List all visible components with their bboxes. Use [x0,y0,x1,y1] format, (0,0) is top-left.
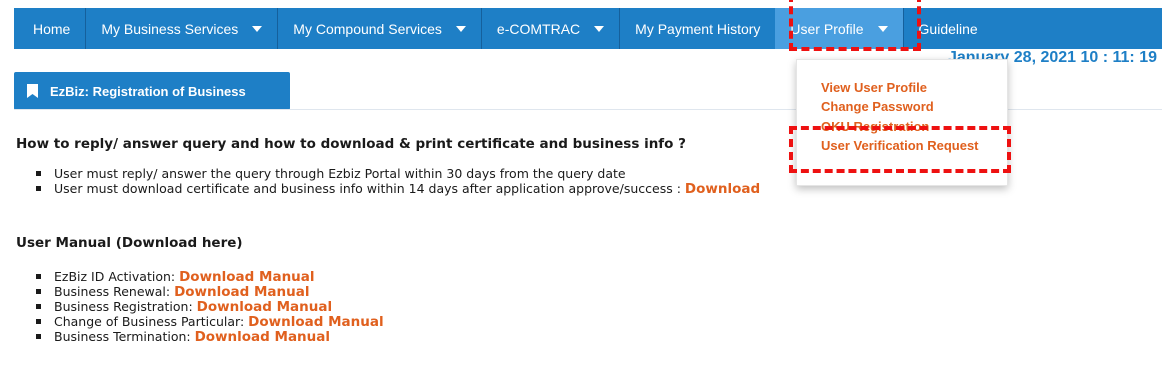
nav-user-profile-label: User Profile [790,20,864,37]
nav-e-comtrac[interactable]: e-COMTRAC [482,8,619,49]
user-manual-list: EzBiz ID Activation: Download Manual Bus… [36,269,384,345]
list-item-text: Change of Business Particular: [54,314,249,329]
list-item-text: User must download certificate and busin… [54,181,685,196]
nav-user-profile[interactable]: User Profile [775,8,903,49]
bullet-icon [36,171,41,176]
bookmark-icon [27,84,38,98]
list-item-text: Business Termination: [54,329,195,344]
main-navbar: Home My Business Services My Compound Se… [14,8,1162,49]
panel-title: EzBiz: Registration of Business [50,83,246,99]
bullet-icon [36,304,41,309]
download-manual-link[interactable]: Download Manual [248,314,383,330]
caret-down-icon [455,25,466,32]
nav-guideline[interactable]: Guideline [904,8,993,49]
list-item: Business Termination: Download Manual [36,329,384,345]
bullet-icon [36,186,41,191]
list-item-text: User must reply/ answer the query throug… [54,166,626,181]
caret-down-icon [594,25,605,32]
query-bullet-list: User must reply/ answer the query throug… [36,166,760,197]
list-item-text: Business Renewal: [54,284,175,299]
list-item: Business Registration: Download Manual [36,299,384,315]
panel-heading: EzBiz: Registration of Business [14,72,290,110]
download-manual-link[interactable]: Download Manual [174,284,309,300]
download-manual-link[interactable]: Download Manual [179,269,314,285]
download-certificate-link[interactable]: Download [685,181,760,197]
list-item: User must reply/ answer the query throug… [36,166,760,181]
nav-my-business-services[interactable]: My Business Services [86,8,277,49]
menu-item-user-verification-request[interactable]: User Verification Request [821,138,979,153]
user-profile-dropdown-menu: View User Profile Change Password OKU Re… [796,59,1008,186]
nav-my-payment-history-label: My Payment History [635,20,761,37]
list-item-text: Business Registration: [54,299,197,314]
bullet-icon [36,334,41,339]
download-manual-link[interactable]: Download Manual [195,329,330,345]
nav-home[interactable]: Home [14,8,85,49]
query-section-title: How to reply/ answer query and how to do… [16,136,686,152]
list-item: EzBiz ID Activation: Download Manual [36,269,384,285]
list-item-text: EzBiz ID Activation: [54,269,180,284]
menu-item-oku-registration[interactable]: OKU Registration [821,119,929,134]
menu-item-view-user-profile[interactable]: View User Profile [821,80,927,95]
caret-down-icon [877,25,888,32]
menu-item-change-password[interactable]: Change Password [821,99,934,114]
bullet-icon [36,319,41,324]
caret-down-icon [252,25,263,32]
list-item: User must download certificate and busin… [36,181,760,197]
nav-home-label: Home [33,20,71,37]
nav-my-compound-services[interactable]: My Compound Services [278,8,481,49]
download-manual-link[interactable]: Download Manual [197,299,332,315]
nav-my-business-services-label: My Business Services [101,20,239,37]
list-item: Business Renewal: Download Manual [36,284,384,300]
nav-my-compound-services-label: My Compound Services [293,20,442,37]
nav-e-comtrac-label: e-COMTRAC [496,20,581,37]
nav-guideline-label: Guideline [918,20,978,37]
list-item: Change of Business Particular: Download … [36,314,384,330]
bullet-icon [36,274,41,279]
nav-my-payment-history[interactable]: My Payment History [620,8,775,49]
bullet-icon [36,289,41,294]
user-manual-section-title: User Manual (Download here) [16,235,243,251]
